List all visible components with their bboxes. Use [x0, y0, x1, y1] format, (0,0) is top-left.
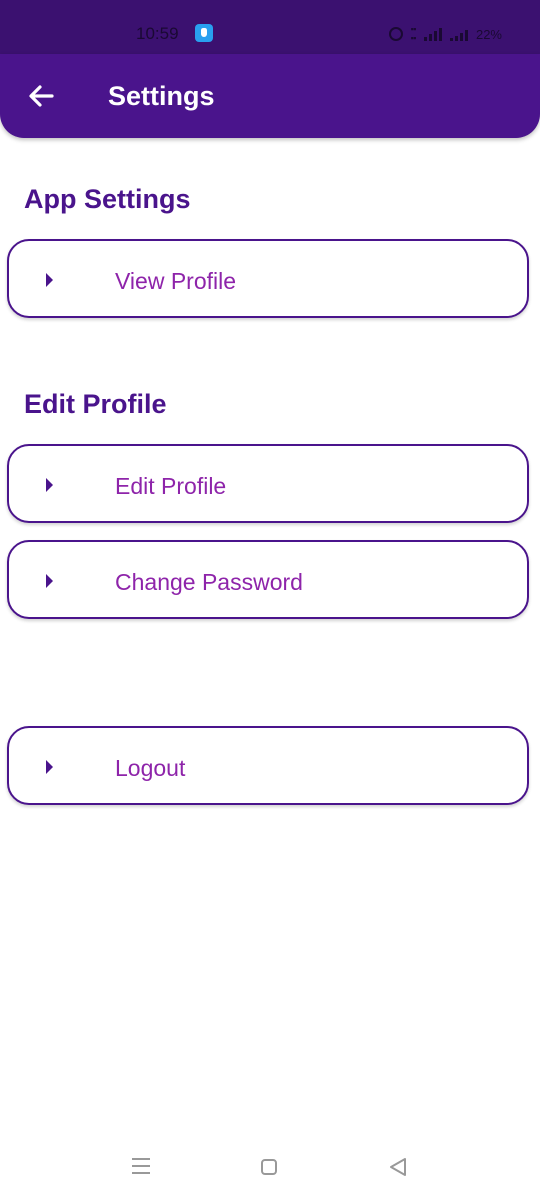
volte-icon: ▪▪ ▪▪	[410, 24, 417, 43]
caret-right-icon	[46, 760, 53, 774]
section-title-app-settings: App Settings	[24, 184, 191, 214]
status-time: 10:59	[136, 24, 179, 43]
caret-right-icon	[46, 574, 53, 588]
alarm-icon	[388, 27, 403, 41]
back-button[interactable]	[22, 76, 62, 116]
menu-item-edit-profile[interactable]: Edit Profile	[7, 444, 529, 523]
signal-icon-2	[449, 27, 468, 41]
menu-item-label: Logout	[115, 755, 186, 781]
system-nav-bar	[0, 1140, 540, 1200]
app-notification-icon	[195, 24, 213, 42]
menu-item-logout[interactable]: Logout	[7, 726, 529, 805]
caret-right-icon	[46, 478, 53, 492]
menu-item-label: View Profile	[115, 268, 237, 294]
home-icon[interactable]	[261, 1159, 277, 1175]
menu-item-change-password[interactable]: Change Password	[7, 540, 529, 619]
menu-item-view-profile[interactable]: View Profile	[7, 239, 529, 318]
status-icons: ▪▪ ▪▪ 22%	[388, 24, 502, 44]
page-title: Settings	[108, 81, 215, 111]
battery-percentage: 22%	[475, 26, 502, 42]
signal-icon	[423, 27, 442, 41]
app-bar: Settings	[0, 54, 540, 138]
status-bar: 10:59 ▪▪ ▪▪ 22%	[0, 0, 540, 54]
menu-item-label: Change Password	[115, 569, 303, 595]
section-title-edit-profile: Edit Profile	[24, 389, 167, 419]
caret-right-icon	[46, 273, 53, 287]
arrow-left-icon	[29, 85, 54, 107]
back-icon[interactable]	[388, 1157, 408, 1177]
menu-item-label: Edit Profile	[115, 473, 227, 499]
menu-icon[interactable]	[132, 1158, 150, 1176]
